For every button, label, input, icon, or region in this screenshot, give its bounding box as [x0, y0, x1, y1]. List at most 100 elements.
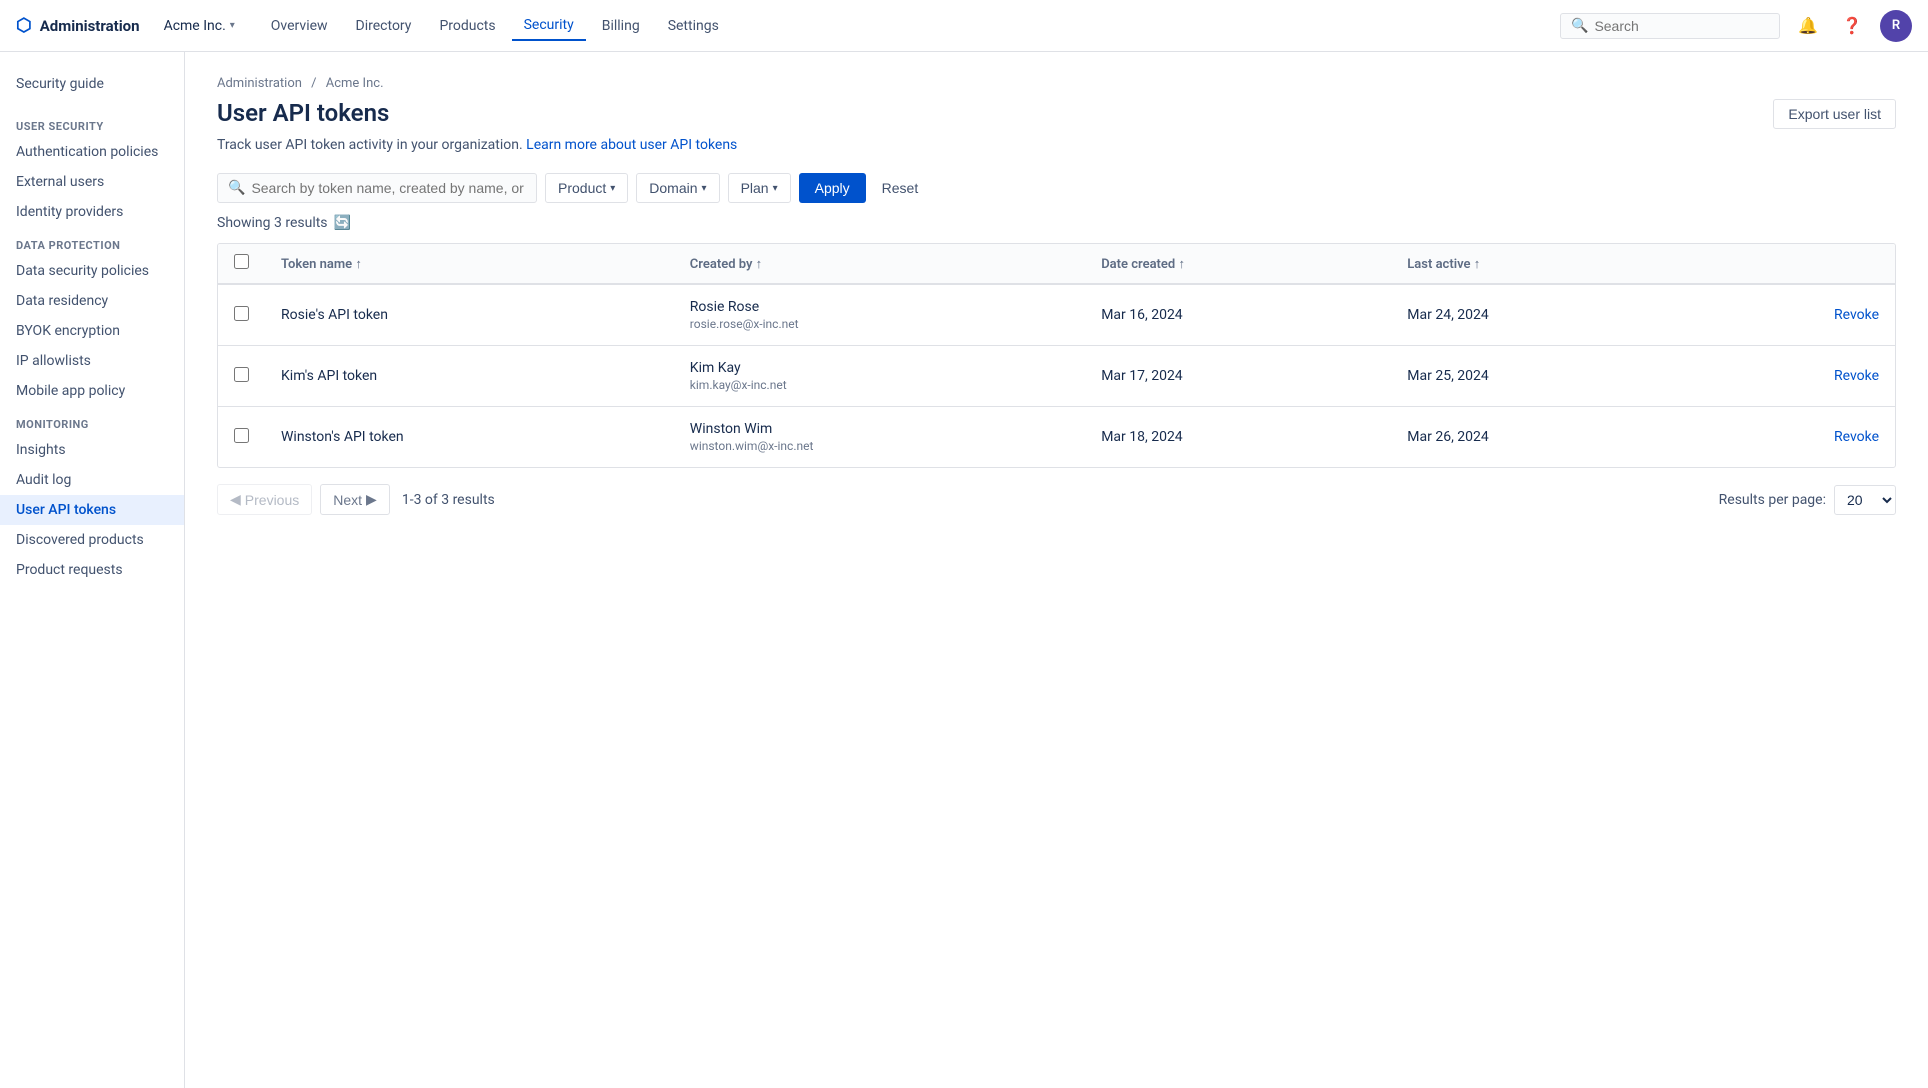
token-name-cell: Kim's API token	[265, 346, 674, 407]
sidebar-item-auth-policies[interactable]: Authentication policies	[0, 137, 184, 167]
nav-directory[interactable]: Directory	[344, 12, 424, 40]
notifications-icon[interactable]: 🔔	[1792, 10, 1824, 42]
action-cell: Revoke	[1691, 284, 1895, 346]
page-info: 1-3 of 3 results	[402, 492, 495, 508]
sidebar-item-discovered-products[interactable]: Discovered products	[0, 525, 184, 555]
creator-cell: Rosie Rose rosie.rose@x-inc.net	[674, 284, 1085, 346]
previous-label: Previous	[245, 492, 299, 508]
pagination: ◀ Previous Next ▶ 1-3 of 3 results Resul…	[217, 484, 1896, 515]
row-checkbox-col	[218, 284, 265, 346]
domain-filter-button[interactable]: Domain ▾	[636, 173, 719, 203]
last-active-cell: Mar 25, 2024	[1391, 346, 1691, 407]
sidebar: Security guide User Security Authenticat…	[0, 52, 185, 1088]
nav-billing[interactable]: Billing	[590, 12, 652, 40]
sidebar-item-mobile-app[interactable]: Mobile app policy	[0, 376, 184, 406]
reset-button[interactable]: Reset	[874, 173, 927, 203]
select-all-checkbox[interactable]	[234, 254, 249, 269]
nav-overview[interactable]: Overview	[259, 12, 340, 40]
next-button[interactable]: Next ▶	[320, 484, 390, 515]
sidebar-item-identity-providers[interactable]: Identity providers	[0, 197, 184, 227]
search-input[interactable]	[1594, 18, 1769, 34]
header-last-active: Last active ↑	[1391, 244, 1691, 284]
sidebar-section-data-protection: Data Protection	[0, 227, 184, 256]
row-checkbox-1[interactable]	[234, 367, 249, 382]
row-checkbox-0[interactable]	[234, 306, 249, 321]
revoke-button-1[interactable]: Revoke	[1834, 368, 1879, 384]
next-arrow-icon: ▶	[366, 491, 377, 508]
sidebar-item-security-guide[interactable]: Security guide	[0, 68, 184, 100]
date-created-cell: Mar 17, 2024	[1085, 346, 1391, 407]
layout: Security guide User Security Authenticat…	[0, 52, 1928, 1088]
learn-more-link[interactable]: Learn more about user API tokens	[526, 137, 737, 153]
previous-button[interactable]: ◀ Previous	[217, 484, 312, 515]
plan-filter-label: Plan	[741, 180, 769, 196]
main-content: Administration / Acme Inc. User API toke…	[185, 52, 1928, 1088]
per-page-select[interactable]: 20 50 100	[1834, 485, 1896, 515]
token-name-cell: Rosie's API token	[265, 284, 674, 346]
sidebar-item-insights[interactable]: Insights	[0, 435, 184, 465]
action-cell: Revoke	[1691, 407, 1895, 468]
row-checkbox-2[interactable]	[234, 428, 249, 443]
prev-arrow-icon: ◀	[230, 491, 241, 508]
sidebar-item-product-requests[interactable]: Product requests	[0, 555, 184, 585]
table-row: Winston's API token Winston Wim winston.…	[218, 407, 1895, 468]
search-icon: 🔍	[228, 180, 245, 196]
revoke-button-2[interactable]: Revoke	[1834, 429, 1879, 445]
row-checkbox-col	[218, 346, 265, 407]
page-description: Track user API token activity in your or…	[217, 137, 1896, 153]
breadcrumb-org[interactable]: Acme Inc.	[326, 76, 384, 91]
nav-security[interactable]: Security	[512, 11, 586, 41]
sidebar-item-byok[interactable]: BYOK encryption	[0, 316, 184, 346]
top-links: Overview Directory Products Security Bil…	[259, 11, 731, 41]
search-icon: 🔍	[1571, 18, 1588, 34]
page-header: User API tokens Export user list	[217, 99, 1896, 129]
plan-filter-button[interactable]: Plan ▾	[728, 173, 791, 203]
topnav: ⬡ Administration Acme Inc. ▾ Overview Di…	[0, 0, 1928, 52]
per-page-control: Results per page: 20 50 100	[1719, 485, 1896, 515]
domain-filter-label: Domain	[649, 180, 697, 196]
sidebar-section-user-security: User Security	[0, 108, 184, 137]
nav-products[interactable]: Products	[427, 12, 507, 40]
help-icon[interactable]: ❓	[1836, 10, 1868, 42]
token-search-input[interactable]	[251, 180, 526, 196]
sidebar-item-audit-log[interactable]: Audit log	[0, 465, 184, 495]
sidebar-item-user-api-tokens[interactable]: User API tokens	[0, 495, 184, 525]
breadcrumb-sep: /	[311, 76, 316, 91]
creator-cell: Kim Kay kim.kay@x-inc.net	[674, 346, 1085, 407]
date-created-cell: Mar 18, 2024	[1085, 407, 1391, 468]
sidebar-item-data-security[interactable]: Data security policies	[0, 256, 184, 286]
atlassian-icon: ⬡	[16, 15, 32, 36]
token-search-box[interactable]: 🔍	[217, 173, 537, 203]
revoke-button-0[interactable]: Revoke	[1834, 307, 1879, 323]
avatar[interactable]: R	[1880, 10, 1912, 42]
last-active-cell: Mar 24, 2024	[1391, 284, 1691, 346]
plan-filter-chevron-icon: ▾	[773, 183, 778, 194]
breadcrumb-admin[interactable]: Administration	[217, 76, 302, 91]
breadcrumb: Administration / Acme Inc.	[217, 76, 1896, 91]
apply-button[interactable]: Apply	[799, 173, 866, 203]
sidebar-item-data-residency[interactable]: Data residency	[0, 286, 184, 316]
date-created-cell: Mar 16, 2024	[1085, 284, 1391, 346]
per-page-label: Results per page:	[1719, 492, 1826, 508]
topnav-right: 🔍 🔔 ❓ R	[1560, 10, 1912, 42]
token-name-cell: Winston's API token	[265, 407, 674, 468]
export-user-list-button[interactable]: Export user list	[1773, 99, 1896, 129]
product-filter-button[interactable]: Product ▾	[545, 173, 628, 203]
logo: ⬡ Administration	[16, 15, 140, 36]
last-active-cell: Mar 26, 2024	[1391, 407, 1691, 468]
row-checkbox-col	[218, 407, 265, 468]
creator-cell: Winston Wim winston.wim@x-inc.net	[674, 407, 1085, 468]
nav-settings[interactable]: Settings	[656, 12, 731, 40]
header-action	[1691, 244, 1895, 284]
table-row: Kim's API token Kim Kay kim.kay@x-inc.ne…	[218, 346, 1895, 407]
refresh-icon[interactable]: 🔄	[334, 215, 351, 231]
global-search[interactable]: 🔍	[1560, 13, 1780, 39]
domain-filter-chevron-icon: ▾	[702, 183, 707, 194]
org-selector[interactable]: Acme Inc. ▾	[164, 18, 235, 34]
table-row: Rosie's API token Rosie Rose rosie.rose@…	[218, 284, 1895, 346]
sidebar-item-ip-allowlists[interactable]: IP allowlists	[0, 346, 184, 376]
results-count: Showing 3 results 🔄	[217, 215, 1896, 231]
sidebar-item-external-users[interactable]: External users	[0, 167, 184, 197]
header-checkbox-col	[218, 244, 265, 284]
table-header-row: Token name ↑ Created by ↑ Date created ↑…	[218, 244, 1895, 284]
